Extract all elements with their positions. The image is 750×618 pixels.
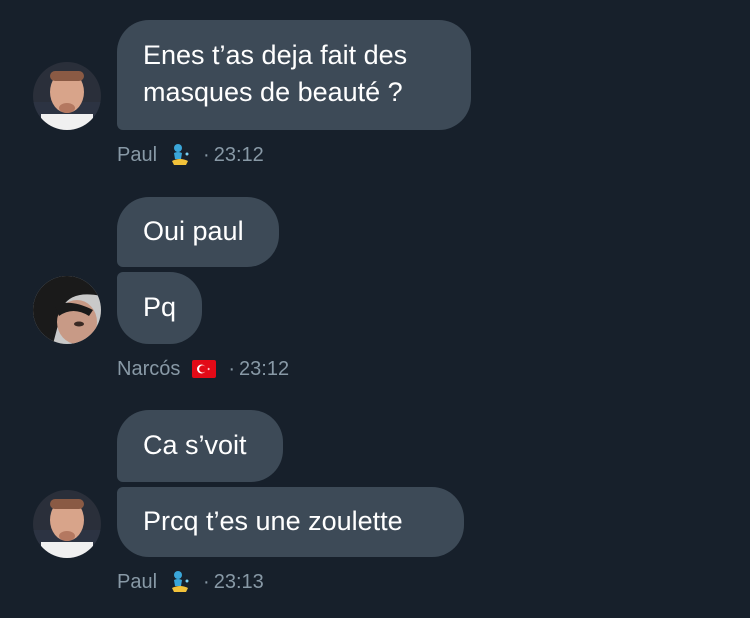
message-bubble[interactable]: Oui paul [117,197,279,267]
message-meta: Paul · 23:13 [117,568,264,596]
genie-icon [169,143,191,167]
avatar-image [33,490,101,558]
message-bubble[interactable]: Prcq t’es une zoulette [117,487,464,557]
sender-name[interactable]: Paul [117,144,157,167]
turkey-flag-icon [192,360,217,378]
sender-name[interactable]: Paul [117,571,157,594]
avatar-narcos[interactable] [33,276,101,344]
meta-separator: · [203,570,210,593]
sender-name[interactable]: Narcós [117,358,180,381]
meta-separator: · [203,143,210,166]
timestamp[interactable]: 23:12 [239,358,289,381]
timestamp[interactable]: 23:13 [214,571,264,594]
avatar-paul[interactable] [33,62,101,130]
avatar-image [33,276,101,344]
message-bubble[interactable]: Enes t’as deja fait des masques de beaut… [117,20,471,130]
message-meta: Narcós · 23:12 [117,355,289,383]
avatar-image [33,62,101,130]
timestamp[interactable]: 23:12 [214,144,264,167]
meta-separator: · [228,357,236,380]
chat-thread: Enes t’as deja fait des masques de beaut… [0,0,750,618]
genie-icon [169,570,191,594]
message-meta: Paul · 23:12 [117,141,264,169]
message-bubble[interactable]: Pq [117,272,202,344]
avatar-paul[interactable] [33,490,101,558]
message-bubble[interactable]: Ca s’voit [117,410,283,482]
